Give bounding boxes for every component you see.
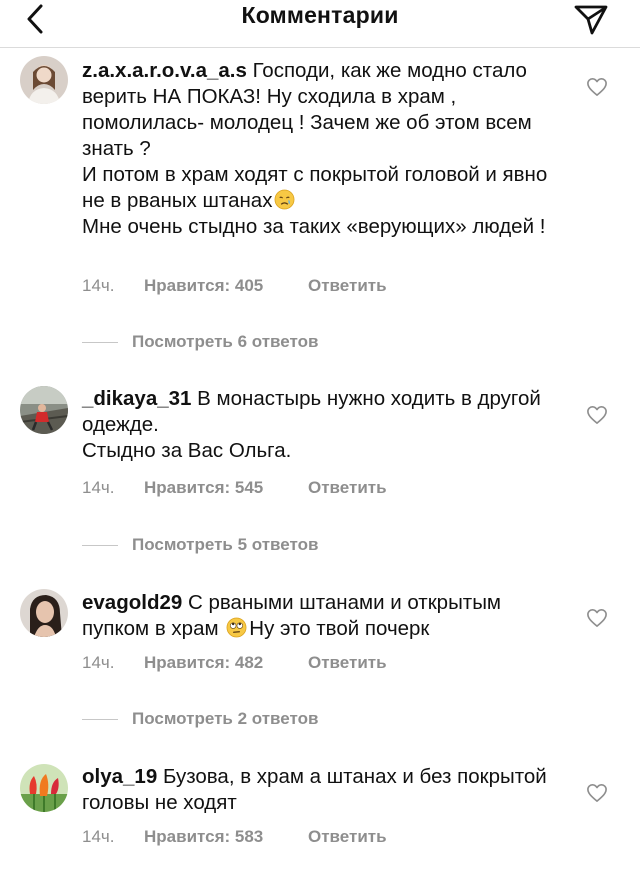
comment-text: Стыдно за Вас Ольга. — [82, 439, 292, 462]
view-replies-label: Посмотреть 5 ответов — [132, 535, 319, 554]
comment-body: _dikaya_31 В монастырь нужно ходить в др… — [82, 386, 552, 464]
avatar[interactable] — [20, 589, 68, 637]
avatar[interactable] — [20, 56, 68, 104]
comment-text: Мне очень стыдно за таких «верующих» люд… — [82, 215, 546, 238]
likes-count[interactable]: Нравится: 583 — [144, 827, 308, 847]
view-replies-label: Посмотреть 2 ответов — [132, 709, 319, 728]
heart-outline-icon[interactable] — [586, 405, 608, 425]
view-replies-button[interactable]: Посмотреть 2 ответов — [82, 709, 318, 729]
avatar[interactable] — [20, 386, 68, 434]
face-with-rolling-eyes-emoji — [226, 617, 247, 638]
header: Комментарии — [0, 0, 640, 40]
comment-body: z.a.x.a.r.o.v.a_a.s Господи, как же модн… — [82, 58, 552, 240]
view-replies-button[interactable]: Посмотреть 6 ответов — [82, 332, 318, 352]
comment-meta: 14ч. Нравится: 405 Ответить — [82, 276, 387, 296]
comment-time: 14ч. — [82, 478, 115, 497]
view-replies-button[interactable]: Посмотреть 5 ответов — [82, 535, 318, 555]
comment-username[interactable]: evagold29 — [82, 591, 182, 614]
avatar[interactable] — [20, 764, 68, 812]
heart-outline-icon[interactable] — [586, 77, 608, 97]
heart-outline-icon[interactable] — [586, 608, 608, 628]
comment-username[interactable]: z.a.x.a.r.o.v.a_a.s — [82, 59, 247, 82]
comment-time: 14ч. — [82, 276, 115, 295]
user-photo — [20, 764, 68, 812]
comment-username[interactable]: _dikaya_31 — [82, 387, 191, 410]
heart-outline-icon[interactable] — [586, 783, 608, 803]
divider-line — [82, 545, 118, 547]
comment-meta: 14ч. Нравится: 482 Ответить — [82, 653, 387, 673]
reply-button[interactable]: Ответить — [308, 827, 387, 847]
crying-face-emoji — [275, 189, 295, 210]
comment-text: Ну это твой почерк — [249, 617, 430, 640]
comment-body: olya_19 Бузова, в храм а штанах и без по… — [82, 764, 552, 816]
divider-line — [82, 719, 118, 721]
reply-button[interactable]: Ответить — [308, 653, 387, 673]
comment-meta: 14ч. Нравится: 545 Ответить — [82, 478, 387, 498]
comment-meta: 14ч. Нравится: 583 Ответить — [82, 827, 387, 847]
likes-count[interactable]: Нравится: 482 — [144, 653, 308, 673]
reply-button[interactable]: Ответить — [308, 276, 387, 296]
comment-text: И потом в храм ходят с покрытой головой … — [82, 163, 548, 212]
user-photo — [20, 56, 68, 104]
view-replies-label: Посмотреть 6 ответов — [132, 332, 319, 351]
comment-username[interactable]: olya_19 — [82, 765, 157, 788]
comment-body: evagold29 С рваными штанами и открытым п… — [82, 590, 552, 642]
comment-time: 14ч. — [82, 827, 115, 846]
comment-time: 14ч. — [82, 653, 115, 672]
send-icon — [574, 5, 608, 35]
header-divider — [0, 47, 640, 48]
reply-button[interactable]: Ответить — [308, 478, 387, 498]
user-photo — [20, 589, 68, 637]
likes-count[interactable]: Нравится: 545 — [144, 478, 308, 498]
share-button[interactable] — [572, 2, 610, 36]
user-photo — [20, 386, 68, 434]
page-title: Комментарии — [241, 2, 399, 28]
divider-line — [82, 342, 118, 344]
likes-count[interactable]: Нравится: 405 — [144, 276, 308, 296]
